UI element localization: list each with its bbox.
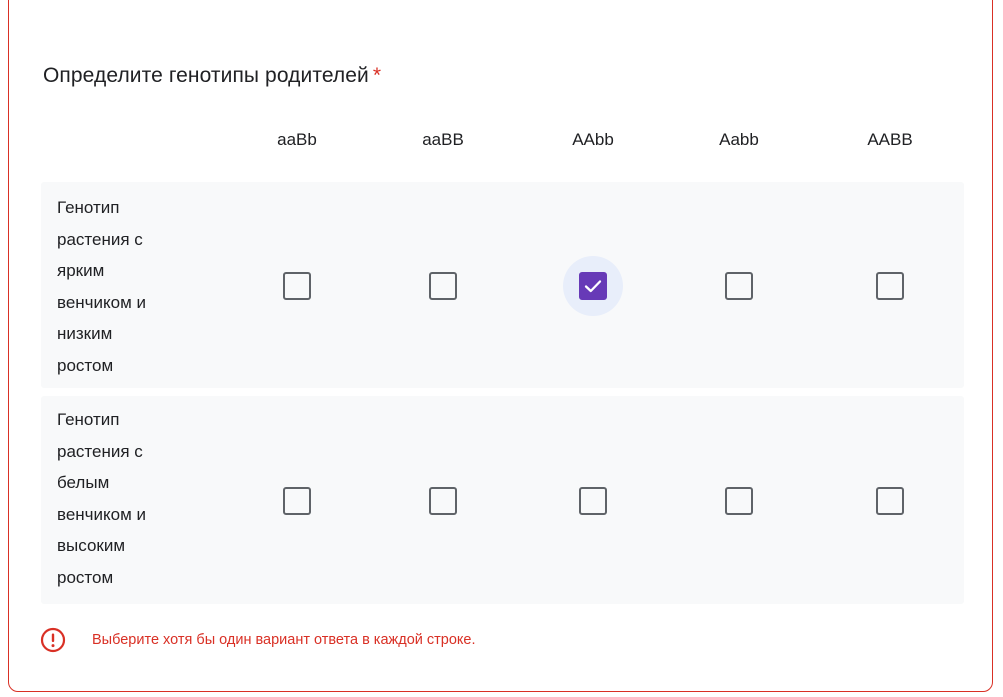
row-label-line: белым bbox=[57, 473, 110, 492]
row-label-line: ростом bbox=[57, 355, 114, 375]
checkmark-icon bbox=[584, 280, 602, 293]
column-header-aaBb: aaBb bbox=[277, 130, 317, 149]
row-label-line: высоким bbox=[57, 536, 126, 555]
checkbox-box bbox=[579, 272, 607, 300]
checkbox-row2-AAbb[interactable] bbox=[563, 471, 623, 531]
checkbox-box bbox=[429, 487, 457, 515]
grid-row-1: Генотип растения с ярким венчиком и низким ро… bbox=[41, 182, 964, 388]
row-label-line: Генотип bbox=[57, 198, 120, 217]
row-label-line: венчиком и bbox=[57, 292, 147, 312]
checkbox-row1-aaBb[interactable] bbox=[267, 256, 327, 316]
checkbox-row2-aaBb[interactable] bbox=[267, 471, 327, 531]
checkbox-row1-aaBB[interactable] bbox=[413, 256, 473, 316]
checkbox-box bbox=[876, 272, 904, 300]
checkbox-box bbox=[429, 272, 457, 300]
checkbox-row1-AAbb[interactable] bbox=[563, 256, 623, 316]
checkbox-box bbox=[283, 487, 311, 515]
row-label-line: растения с bbox=[57, 441, 143, 461]
grid-row-2: Генотип растения с белым венчиком и высоким р… bbox=[41, 396, 964, 604]
checkbox-row2-AABB[interactable] bbox=[860, 471, 920, 531]
row-label: Генотип растения с ярким венчиком и низким ро… bbox=[57, 192, 207, 381]
row-label-line: ярким bbox=[57, 261, 105, 280]
column-header-AAbb: AAbb bbox=[572, 130, 614, 149]
validation-error: Выберите хотя бы один вариант ответа в к… bbox=[40, 625, 476, 655]
error-message: Выберите хотя бы один вариант ответа в к… bbox=[92, 632, 476, 648]
row-label-line: венчиком и bbox=[57, 504, 147, 524]
checkbox-box bbox=[725, 487, 753, 515]
checkbox-row2-Aabb[interactable] bbox=[709, 471, 769, 531]
row-label: Генотип растения с белым венчиком и высоким р… bbox=[57, 404, 207, 593]
question-title: Определите генотипы родителей * bbox=[43, 64, 381, 88]
column-header-aaBB: aaBB bbox=[422, 130, 464, 149]
column-header-Aabb: Aabb bbox=[719, 130, 759, 149]
row-label-line: ростом bbox=[57, 567, 114, 587]
checkbox-box bbox=[579, 487, 607, 515]
required-asterisk: * bbox=[372, 64, 382, 87]
checkbox-row1-Aabb[interactable] bbox=[709, 256, 769, 316]
row-label-line: низким bbox=[57, 324, 113, 343]
checkbox-box bbox=[876, 487, 904, 515]
error-circle-icon bbox=[40, 627, 66, 653]
checkbox-row1-AABB[interactable] bbox=[860, 256, 920, 316]
checkbox-row2-aaBB[interactable] bbox=[413, 471, 473, 531]
question-title-text: Определите генотипы родителей bbox=[43, 64, 369, 87]
column-header-AABB: AABB bbox=[867, 130, 913, 149]
checkbox-box bbox=[283, 272, 311, 300]
row-label-line: Генотип bbox=[57, 410, 120, 429]
checkbox-box bbox=[725, 272, 753, 300]
row-label-line: растения с bbox=[57, 229, 143, 249]
